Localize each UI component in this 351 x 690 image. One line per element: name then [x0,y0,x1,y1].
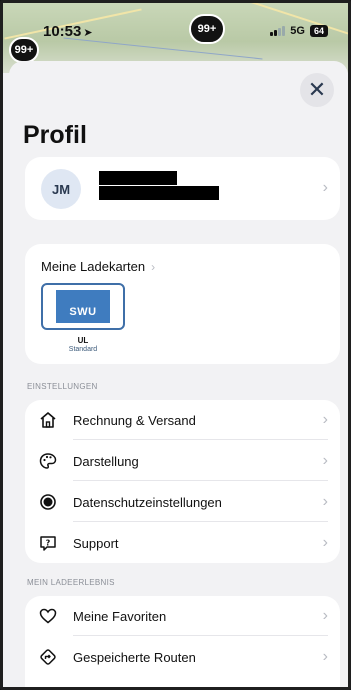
chevron-right-icon: › [322,493,328,510]
route-icon [37,646,59,668]
settings-item-appearance[interactable]: Darstellung › [25,441,340,481]
privacy-icon [37,491,59,513]
charge-cards-card: Meine Ladekarten › SWU UL Standard [25,244,340,364]
swu-logo: SWU [56,290,110,323]
charge-card-code: UL [77,336,89,345]
experience-item-label: Gespeicherte Routen [73,649,196,665]
close-button[interactable]: ✕ [300,73,334,107]
svg-text:?: ? [46,539,51,548]
chevron-right-icon: › [151,260,156,274]
settings-list: Rechnung & Versand › Darstellung › Daten… [25,400,340,563]
redacted-email [99,186,219,200]
heart-icon [37,605,59,627]
settings-item-billing[interactable]: Rechnung & Versand › [25,400,340,440]
palette-icon [37,450,59,472]
status-bar: 10:53 ➤ 99+ 5G 64 [3,3,348,47]
section-label-experience: MEIN LADEERLEBNIS [27,578,115,587]
network-label: 5G [290,25,305,37]
experience-item-routes[interactable]: Gespeicherte Routen › [25,637,340,677]
profile-card[interactable]: JM › [25,157,340,220]
charge-cards-heading: Meine Ladekarten [41,259,146,274]
divider [73,439,328,440]
phone-screen: 10:53 ➤ 99+ 5G 64 99+ ✕ Profil JM › Meine… [0,0,351,690]
experience-item-favorites[interactable]: Meine Favoriten › [25,596,340,636]
status-time: 10:53 ➤ [43,23,93,40]
chevron-right-icon: › [322,179,328,196]
close-icon: ✕ [307,77,327,102]
battery-icon: 64 [309,25,328,37]
settings-item-privacy[interactable]: Datenschutzeinstellungen › [25,482,340,522]
charge-card-swu[interactable]: SWU [41,283,125,330]
divider [73,480,328,481]
redacted-name [99,171,177,185]
avatar: JM [41,169,81,209]
settings-item-label: Datenschutzeinstellungen [73,494,222,510]
house-icon [37,409,59,431]
notification-badge-left: 99+ [9,37,39,63]
chevron-right-icon: › [322,534,328,551]
settings-item-label: Support [73,535,119,551]
experience-item-label: Meine Favoriten [73,608,167,624]
chevron-right-icon: › [322,452,328,469]
signal-icon [270,26,286,36]
notification-badge-center: 99+ [189,14,225,44]
help-icon: ? [37,532,59,554]
chevron-right-icon: › [322,607,328,624]
settings-item-label: Darstellung [73,453,139,469]
settings-item-support[interactable]: ? Support › [25,523,340,563]
location-arrow-icon: ➤ [83,27,93,39]
page-title: Profil [23,121,87,149]
profile-sheet: ✕ Profil JM › Meine Ladekarten › SWU UL S… [9,61,348,687]
chevron-right-icon: › [322,648,328,665]
chevron-right-icon: › [322,411,328,428]
charge-cards-link[interactable]: Meine Ladekarten › [41,259,155,274]
experience-list: Meine Favoriten › Gespeicherte Routen › [25,596,340,687]
divider [73,521,328,522]
settings-item-label: Rechnung & Versand [73,412,196,428]
divider [73,635,328,636]
section-label-settings: EINSTELLUNGEN [27,382,98,391]
charge-card-type: Standard [68,346,98,353]
status-right: 5G 64 [270,25,328,37]
